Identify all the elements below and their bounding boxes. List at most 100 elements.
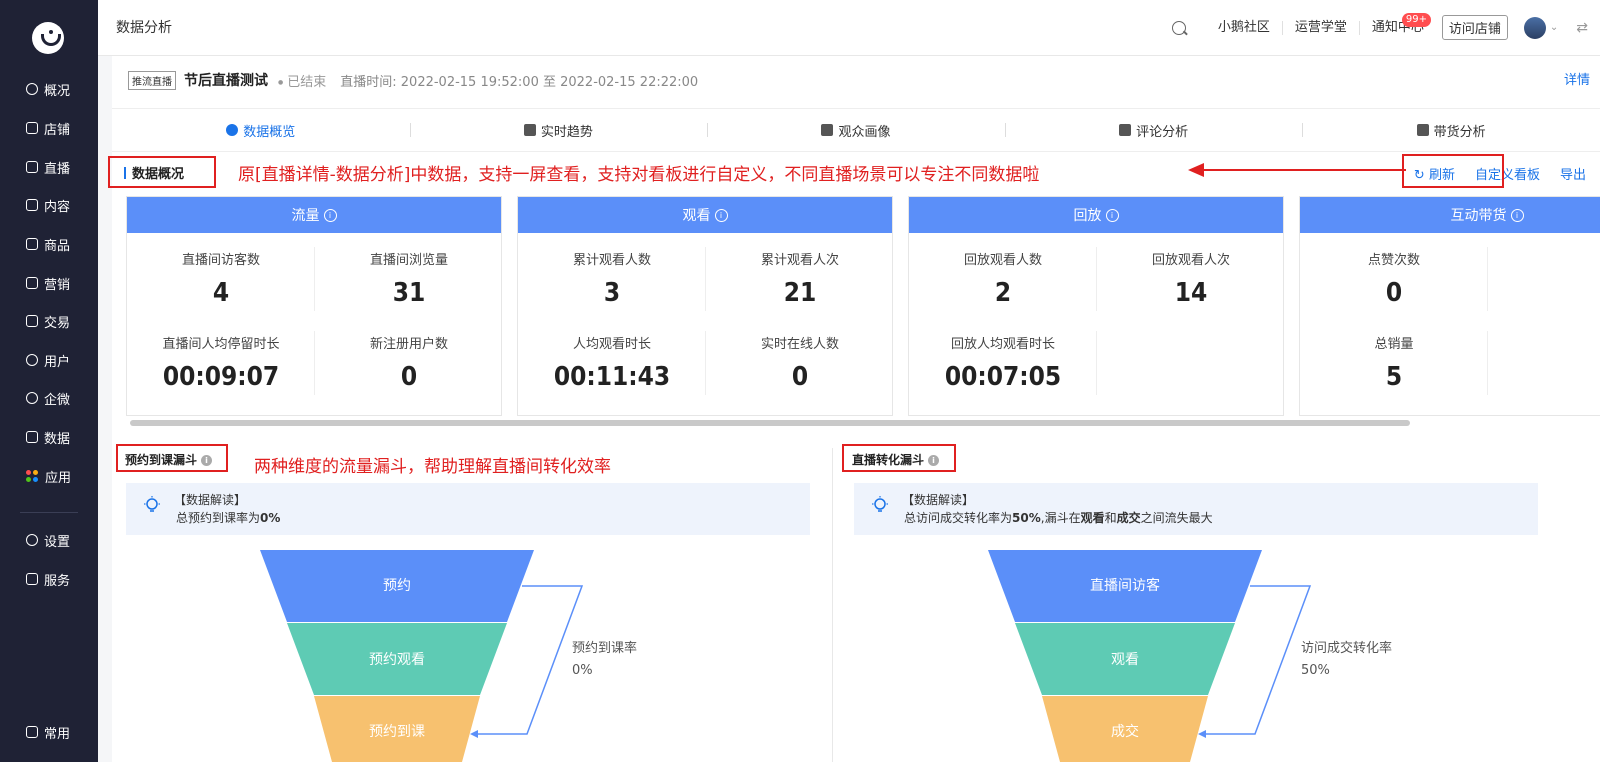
tab-audience-profile[interactable]: 观众画像 (707, 109, 1005, 151)
apps-icon (26, 469, 39, 483)
horizontal-scrollbar[interactable] (130, 420, 1410, 426)
tab-sales-analysis[interactable]: 带货分析 (1302, 109, 1600, 151)
info-icon[interactable]: i (1105, 208, 1119, 222)
card-header: 互动带货 i (1300, 197, 1600, 233)
funnel-stage-label: 预约到课 (369, 724, 425, 740)
metric-card-traffic: 流量 i 直播间访客数 4 直播间浏览量 31 直播间人均停留时长 00:09:07 新… (126, 196, 502, 416)
live-info: 推流直播 节后直播测试 已结束 直播时间: 2022-02-15 19:52:0… (128, 70, 698, 90)
sidebar-item-content[interactable]: 内容 (0, 191, 98, 219)
card-title: 流量 (291, 208, 320, 224)
metric-likes: 点赞次数 0 (1300, 249, 1488, 308)
store-icon (26, 122, 38, 134)
insight-text-part: 之间流失最大 (1140, 511, 1213, 525)
metric-label: 人均观看时长 (572, 337, 651, 352)
metric-value: 2 (994, 278, 1012, 308)
lightbulb-icon (144, 496, 160, 512)
sidebar-item-overview[interactable]: 概况 (0, 75, 98, 103)
bag-icon (26, 238, 38, 250)
metric-total-viewers: 累计观看人数 3 (518, 249, 706, 308)
funnel-stage-label: 观看 (1111, 652, 1139, 668)
info-icon[interactable]: i (928, 455, 940, 466)
card-title: 互动带货 (1450, 208, 1507, 224)
tab-label: 观众画像 (838, 124, 891, 140)
info-icon[interactable]: i (323, 208, 337, 222)
metric-cards: 流量 i 直播间访客数 4 直播间浏览量 31 直播间人均停留时长 00:09:07 新… (126, 196, 1600, 416)
data-insight-left: 【数据解读】 总预约到课率为0% (126, 483, 810, 535)
metric-label: 实时在线人数 (760, 337, 839, 352)
metric-value: 00:11:43 (553, 362, 671, 392)
sidebar-item-marketing[interactable]: 营销 (0, 269, 98, 297)
export-button[interactable]: 导出 (1554, 164, 1592, 183)
sidebar-item-trade[interactable]: 交易 (0, 307, 98, 335)
sidebar-item-label: 常用 (44, 726, 71, 742)
sidebar-item-live[interactable]: 直播 (0, 153, 98, 181)
rate-value: 50% (1301, 663, 1330, 678)
sidebar-item-service[interactable]: 服务 (0, 565, 98, 593)
sidebar-item-frequent[interactable]: 常用 (0, 718, 98, 746)
funnel-title-text: 预约到课漏斗 (125, 453, 198, 467)
metric-total-sales: 总销量 5 (1300, 333, 1488, 392)
community-link[interactable]: 小鹅社区 (1206, 20, 1283, 35)
sidebar-item-settings[interactable]: 设置 (0, 526, 98, 554)
funnel-rate-right: 访问成交转化率 50% (1301, 638, 1392, 682)
sidebar-item-goods[interactable]: 商品 (0, 230, 98, 258)
topbar-actions: 小鹅社区 运营学堂 通知中心 99+ 访问店铺 ⌄ ⇄ (1171, 0, 1600, 55)
insight-text-part: ,漏斗在 (1040, 511, 1081, 525)
sidebar-item-label: 概况 (44, 83, 71, 99)
sidebar-item-label: 直播 (44, 161, 71, 177)
arrow-head (1198, 730, 1206, 738)
user-icon (26, 354, 38, 366)
sidebar-item-label: 商品 (44, 238, 71, 254)
live-title: 节后直播测试 (184, 73, 268, 89)
service-icon (26, 573, 38, 585)
comment-icon (1119, 124, 1132, 136)
metric-value: 0 (1385, 278, 1403, 308)
transaction-icon (26, 315, 38, 327)
sidebar-item-store[interactable]: 店铺 (0, 114, 98, 142)
sidebar-item-data[interactable]: 数据 (0, 423, 98, 451)
face-scan-icon (821, 124, 834, 136)
card-header: 流量 i (127, 197, 501, 233)
insight-value: 0% (260, 511, 281, 525)
visit-store-button[interactable]: 访问店铺 (1441, 15, 1508, 40)
metric-label: 回放观看人次 (1151, 253, 1230, 268)
funnel-right-title: 直播转化漏斗 i (852, 451, 940, 468)
academy-link[interactable]: 运营学堂 (1283, 20, 1360, 35)
sidebar-item-label: 应用 (45, 470, 72, 486)
funnel-stage-label: 直播间访客 (1090, 577, 1160, 594)
metric-online-now: 实时在线人数 0 (706, 333, 894, 392)
tab-comment-analysis[interactable]: 评论分析 (1004, 109, 1303, 151)
notification-center-link[interactable]: 通知中心 99+ (1360, 12, 1436, 35)
insight-title: 【数据解读】 (902, 493, 975, 507)
sidebar-item-wecom[interactable]: 企微 (0, 384, 98, 412)
pie-chart-icon (226, 124, 239, 136)
avatar[interactable] (1523, 16, 1546, 39)
logo-icon[interactable] (32, 22, 64, 54)
list-icon (26, 726, 38, 738)
wecom-icon (26, 392, 38, 404)
metric-label: 新注册用户数 (369, 337, 448, 352)
sidebar-item-label: 设置 (44, 534, 71, 550)
switch-icon[interactable]: ⇄ (1576, 20, 1588, 36)
metric-label: 直播间浏览量 (369, 253, 448, 268)
sidebar-item-users[interactable]: 用户 (0, 346, 98, 374)
chevron-down-icon[interactable]: ⌄ (1550, 22, 1558, 33)
tab-bar: 数据概览 实时趋势 观众画像 评论分析 带货分析 (112, 108, 1600, 152)
info-icon[interactable]: i (201, 455, 213, 466)
metric-card-watch: 观看 i 累计观看人数 3 累计观看人次 21 人均观看时长 00:11:43 实时在线… (517, 196, 893, 416)
metric-value: 0 (400, 362, 418, 392)
sidebar-item-apps[interactable]: 应用 (0, 462, 98, 490)
detail-link[interactable]: 详情 (1564, 69, 1590, 88)
tab-overview[interactable]: 数据概览 (112, 109, 410, 151)
funnel-stage-label: 预约 (383, 578, 411, 594)
metric-new-users: 新注册用户数 0 (315, 333, 503, 392)
search-icon[interactable] (1171, 20, 1186, 35)
info-icon[interactable]: i (1510, 208, 1524, 222)
data-icon (26, 431, 38, 443)
info-icon[interactable]: i (714, 208, 728, 222)
insight-text-part: 总访问成交转化率为 (904, 511, 1013, 525)
overview-title: 数据概况 (124, 163, 184, 182)
funnel-left-title: 预约到课漏斗 i (125, 451, 213, 468)
tab-realtime-trend[interactable]: 实时趋势 (409, 109, 708, 151)
sidebar-item-label: 店铺 (44, 122, 71, 138)
